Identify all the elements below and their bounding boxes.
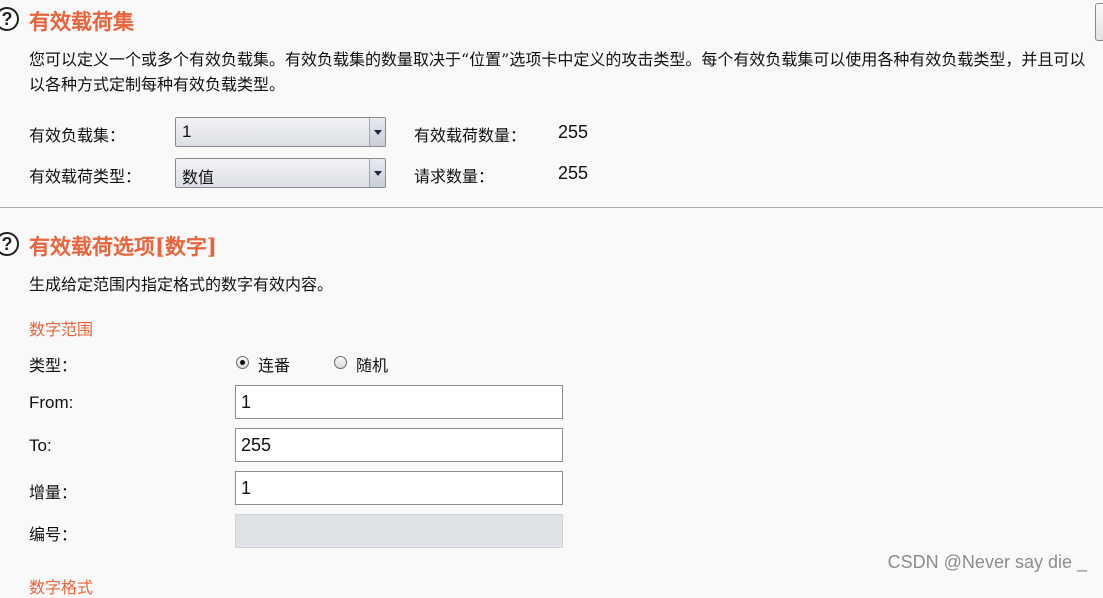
chevron-down-icon[interactable]	[369, 118, 385, 146]
help-icon[interactable]: ?	[0, 232, 19, 256]
payload-type-select[interactable]: 数值	[175, 158, 386, 188]
how-many-input	[235, 514, 563, 548]
payload-sets-title: 有效载荷集	[29, 9, 134, 34]
radio-random[interactable]	[334, 356, 347, 369]
section-divider	[0, 207, 1103, 208]
how-many-label: 编号：	[29, 525, 78, 544]
payload-type-selected-value: 数值	[182, 168, 215, 187]
payload-options-description: 生成给定范围内指定格式的数字有效内容。	[29, 275, 334, 294]
watermark: CSDN @Never say die _	[887, 552, 1087, 572]
payload-count-label: 有效载荷数量：	[414, 126, 527, 145]
from-label: From:	[29, 393, 74, 412]
payload-set-selected-value: 1	[182, 122, 192, 141]
radio-random-label[interactable]: 随机	[356, 352, 388, 376]
type-label: 类型：	[29, 356, 78, 375]
top-right-button[interactable]	[1095, 3, 1103, 41]
from-input[interactable]: 1	[235, 385, 563, 419]
payload-type-label: 有效载荷类型：	[29, 167, 142, 186]
number-range-heading: 数字范围	[29, 320, 94, 339]
step-input[interactable]: 1	[235, 471, 563, 505]
radio-sequential[interactable]	[236, 356, 249, 369]
payload-count-value: 255	[558, 122, 589, 142]
number-format-heading: 数字格式	[29, 578, 94, 597]
payload-set-select[interactable]: 1	[175, 117, 386, 147]
request-count-value: 255	[558, 163, 589, 183]
request-count-label: 请求数量：	[414, 167, 495, 186]
to-input[interactable]: 255	[235, 428, 563, 462]
chevron-down-icon[interactable]	[369, 159, 385, 187]
help-icon[interactable]: ?	[0, 7, 19, 31]
payload-options-title: 有效载荷选项[数字]	[29, 234, 217, 259]
payload-set-label: 有效负载集：	[29, 126, 126, 145]
to-label: To:	[29, 436, 52, 455]
step-label: 增量：	[29, 483, 78, 502]
payload-sets-description: 您可以定义一个或多个有效负载集。有效负载集的数量取决于“位置”选项卡中定义的攻击…	[29, 50, 1086, 94]
radio-sequential-label[interactable]: 连番	[258, 352, 290, 376]
